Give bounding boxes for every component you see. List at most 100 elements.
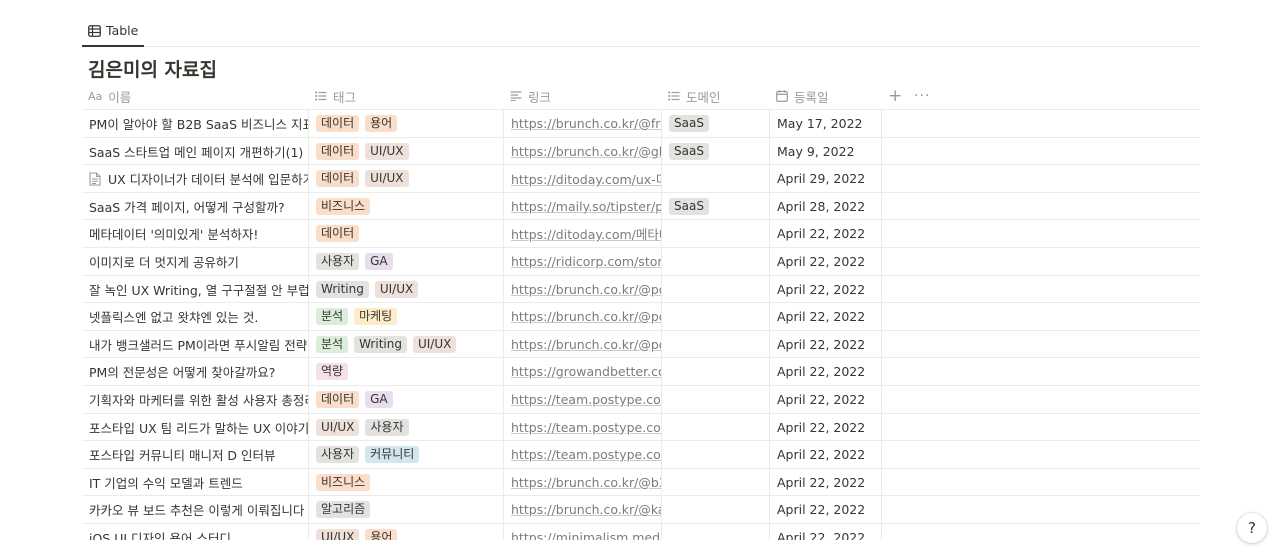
cell-tags[interactable]: 데이터 UI/UX [309,137,504,165]
cell-domain[interactable] [662,220,770,248]
tab-table[interactable]: Table [82,16,145,47]
table-row[interactable]: 내가 뱅크샐러드 PM이라면 푸시알림 전략부터 분석 Writing UI/UX ht… [82,330,1200,359]
cell-link[interactable]: https://brunch.co.kr/@kakao-it [504,496,662,524]
cell-date[interactable]: April 22, 2022 [770,413,882,441]
cell-date[interactable]: April 22, 2022 [770,358,882,386]
cell-tags[interactable]: 분석 마케팅 [309,303,504,331]
cell-date[interactable]: April 22, 2022 [770,385,882,413]
cell-tags[interactable]: 역량 [309,358,504,386]
cell-domain[interactable] [662,330,770,358]
cell-link[interactable]: https://ridicorp.com/story/meta [504,247,662,275]
column-header-date[interactable]: 등록일 [776,82,829,110]
cell-domain[interactable] [662,165,770,193]
add-property-button[interactable]: + [888,82,902,110]
cell-name[interactable]: PM의 전문성은 어떻게 찾아갈까요? [82,358,309,386]
cell-domain[interactable] [662,358,770,386]
more-options-button[interactable]: ··· [914,82,930,110]
cell-tags[interactable]: UI/UX 용어 [309,523,504,540]
table-row[interactable]: 포스타입 커뮤니티 매니저 D 인터뷰 사용자 커뮤니티 https://team.p… [82,441,1200,469]
cell-link[interactable]: https://team.postype.com/post [504,385,662,413]
table-row[interactable]: 포스타입 UX 팀 리드가 말하는 UX 이야기 UI/UX 사용자 https://… [82,413,1200,442]
cell-link[interactable]: https://ditoday.com/ux-디자이너 [504,165,662,193]
cell-name[interactable]: UX 디자이너가 데이터 분석에 입문하기 위해 [82,165,309,193]
cell-name[interactable]: PM이 알아야 할 B2B SaaS 비즈니스 지표 [82,110,309,137]
cell-name[interactable]: iOS UI 디자인 용어 스터디 [82,523,309,540]
cell-name[interactable]: 카카오 뷰 보드 추천은 이렇게 이뤄집니다 [82,496,309,524]
cell-name[interactable]: 내가 뱅크샐러드 PM이라면 푸시알림 전략부터 [82,330,309,358]
cell-link[interactable]: https://maily.so/tipster/posts [504,192,662,220]
cell-tags[interactable]: Writing UI/UX [309,275,504,303]
cell-tags[interactable]: 비즈니스 [309,192,504,220]
table-row[interactable]: IT 기업의 수익 모델과 트렌드 비즈니스 https://brunch.co.k… [82,468,1200,497]
table-row[interactable]: SaaS 스타트업 메인 페이지 개편하기(1) 데이터 UI/UX https://… [82,137,1200,166]
cell-name[interactable]: 포스타입 커뮤니티 매니저 D 인터뷰 [82,441,309,469]
cell-link[interactable]: https://brunch.co.kr/@fromjaehoon [504,110,662,137]
cell-domain[interactable] [662,523,770,540]
cell-link[interactable]: https://minimalism.medium [504,523,662,540]
cell-date[interactable]: April 22, 2022 [770,303,882,331]
table-row[interactable]: SaaS 가격 페이지, 어떻게 구성할까? 비즈니스 https://maily.… [82,192,1200,221]
cell-tags[interactable]: 사용자 커뮤니티 [309,441,504,469]
cell-date[interactable]: April 22, 2022 [770,275,882,303]
cell-domain[interactable] [662,275,770,303]
cell-domain[interactable] [662,303,770,331]
cell-domain[interactable] [662,496,770,524]
table-row[interactable]: 메타데이터 '의미있게' 분석하자! 데이터 https://ditoday.com… [82,220,1200,248]
table-row[interactable]: 넷플릭스엔 없고 왓챠엔 있는 것. 분석 마케팅 https://brunch.co… [82,303,1200,331]
cell-date[interactable]: April 28, 2022 [770,192,882,220]
cell-date[interactable]: April 22, 2022 [770,523,882,540]
cell-domain[interactable] [662,413,770,441]
column-header-link[interactable]: 링크 [510,82,551,110]
cell-domain[interactable] [662,441,770,469]
cell-link[interactable]: https://brunch.co.kr/@positive [504,330,662,358]
column-header-domain[interactable]: 도메인 [668,82,721,110]
cell-tags[interactable]: 데이터 용어 [309,110,504,137]
column-header-tags[interactable]: 태그 [315,82,356,110]
cell-tags[interactable]: 알고리즘 [309,496,504,524]
cell-link[interactable]: https://team.postype.com/post [504,441,662,469]
cell-name[interactable]: IT 기업의 수익 모델과 트렌드 [82,468,309,496]
cell-domain[interactable] [662,385,770,413]
cell-domain[interactable]: SaaS [662,192,770,220]
cell-date[interactable]: April 22, 2022 [770,247,882,275]
cell-domain[interactable] [662,468,770,496]
cell-link[interactable]: https://team.postype.com/post [504,413,662,441]
table-row[interactable]: PM의 전문성은 어떻게 찾아갈까요? 역량 https://growandbett… [82,358,1200,386]
table-row[interactable]: UX 디자이너가 데이터 분석에 입문하기 위해 데이터 UI/UX https://… [82,165,1200,193]
table-row[interactable]: 잘 녹인 UX Writing, 열 구구절절 안 부럽다. Writing UI/… [82,275,1200,304]
table-row[interactable]: PM이 알아야 할 B2B SaaS 비즈니스 지표 데이터 용어 https://b… [82,110,1200,138]
cell-domain[interactable]: SaaS [662,137,770,165]
table-row[interactable]: 카카오 뷰 보드 추천은 이렇게 이뤄집니다 알고리즘 https://brunch… [82,496,1200,524]
column-header-name[interactable]: Aa 이름 [88,82,131,110]
table-row[interactable]: iOS UI 디자인 용어 스터디 UI/UX 용어 https://minimali… [82,523,1200,540]
cell-name[interactable]: 넷플릭스엔 없고 왓챠엔 있는 것. [82,303,309,331]
help-button[interactable]: ? [1237,513,1267,543]
cell-date[interactable]: May 9, 2022 [770,137,882,165]
cell-tags[interactable]: UI/UX 사용자 [309,413,504,441]
cell-date[interactable]: April 22, 2022 [770,220,882,248]
table-row[interactable]: 이미지로 더 멋지게 공유하기 사용자 GA https://ridicorp.com… [82,247,1200,276]
cell-date[interactable]: May 17, 2022 [770,110,882,137]
cell-link[interactable]: https://ditoday.com/메타데이터 [504,220,662,248]
cell-tags[interactable]: 비즈니스 [309,468,504,496]
cell-tags[interactable]: 데이터 GA [309,385,504,413]
cell-link[interactable]: https://brunch.co.kr/@positive [504,303,662,331]
cell-date[interactable]: April 22, 2022 [770,496,882,524]
cell-name[interactable]: 이미지로 더 멋지게 공유하기 [82,247,309,275]
cell-link[interactable]: https://brunch.co.kr/@b30afb [504,468,662,496]
cell-domain[interactable] [662,247,770,275]
cell-tags[interactable]: 사용자 GA [309,247,504,275]
cell-name[interactable]: 메타데이터 '의미있게' 분석하자! [82,220,309,248]
cell-tags[interactable]: 데이터 UI/UX [309,165,504,193]
cell-name[interactable]: 포스타입 UX 팀 리드가 말하는 UX 이야기 [82,413,309,441]
cell-date[interactable]: April 22, 2022 [770,468,882,496]
cell-date[interactable]: April 29, 2022 [770,165,882,193]
cell-name[interactable]: SaaS 가격 페이지, 어떻게 구성할까? [82,192,309,220]
cell-link[interactable]: https://brunch.co.kr/@gkdms [504,137,662,165]
cell-tags[interactable]: 분석 Writing UI/UX [309,330,504,358]
cell-date[interactable]: April 22, 2022 [770,330,882,358]
cell-name[interactable]: SaaS 스타트업 메인 페이지 개편하기(1) [82,137,309,165]
cell-link[interactable]: https://brunch.co.kr/@positive [504,275,662,303]
cell-tags[interactable]: 데이터 [309,220,504,248]
cell-link[interactable]: https://growandbetter.com/2 [504,358,662,386]
